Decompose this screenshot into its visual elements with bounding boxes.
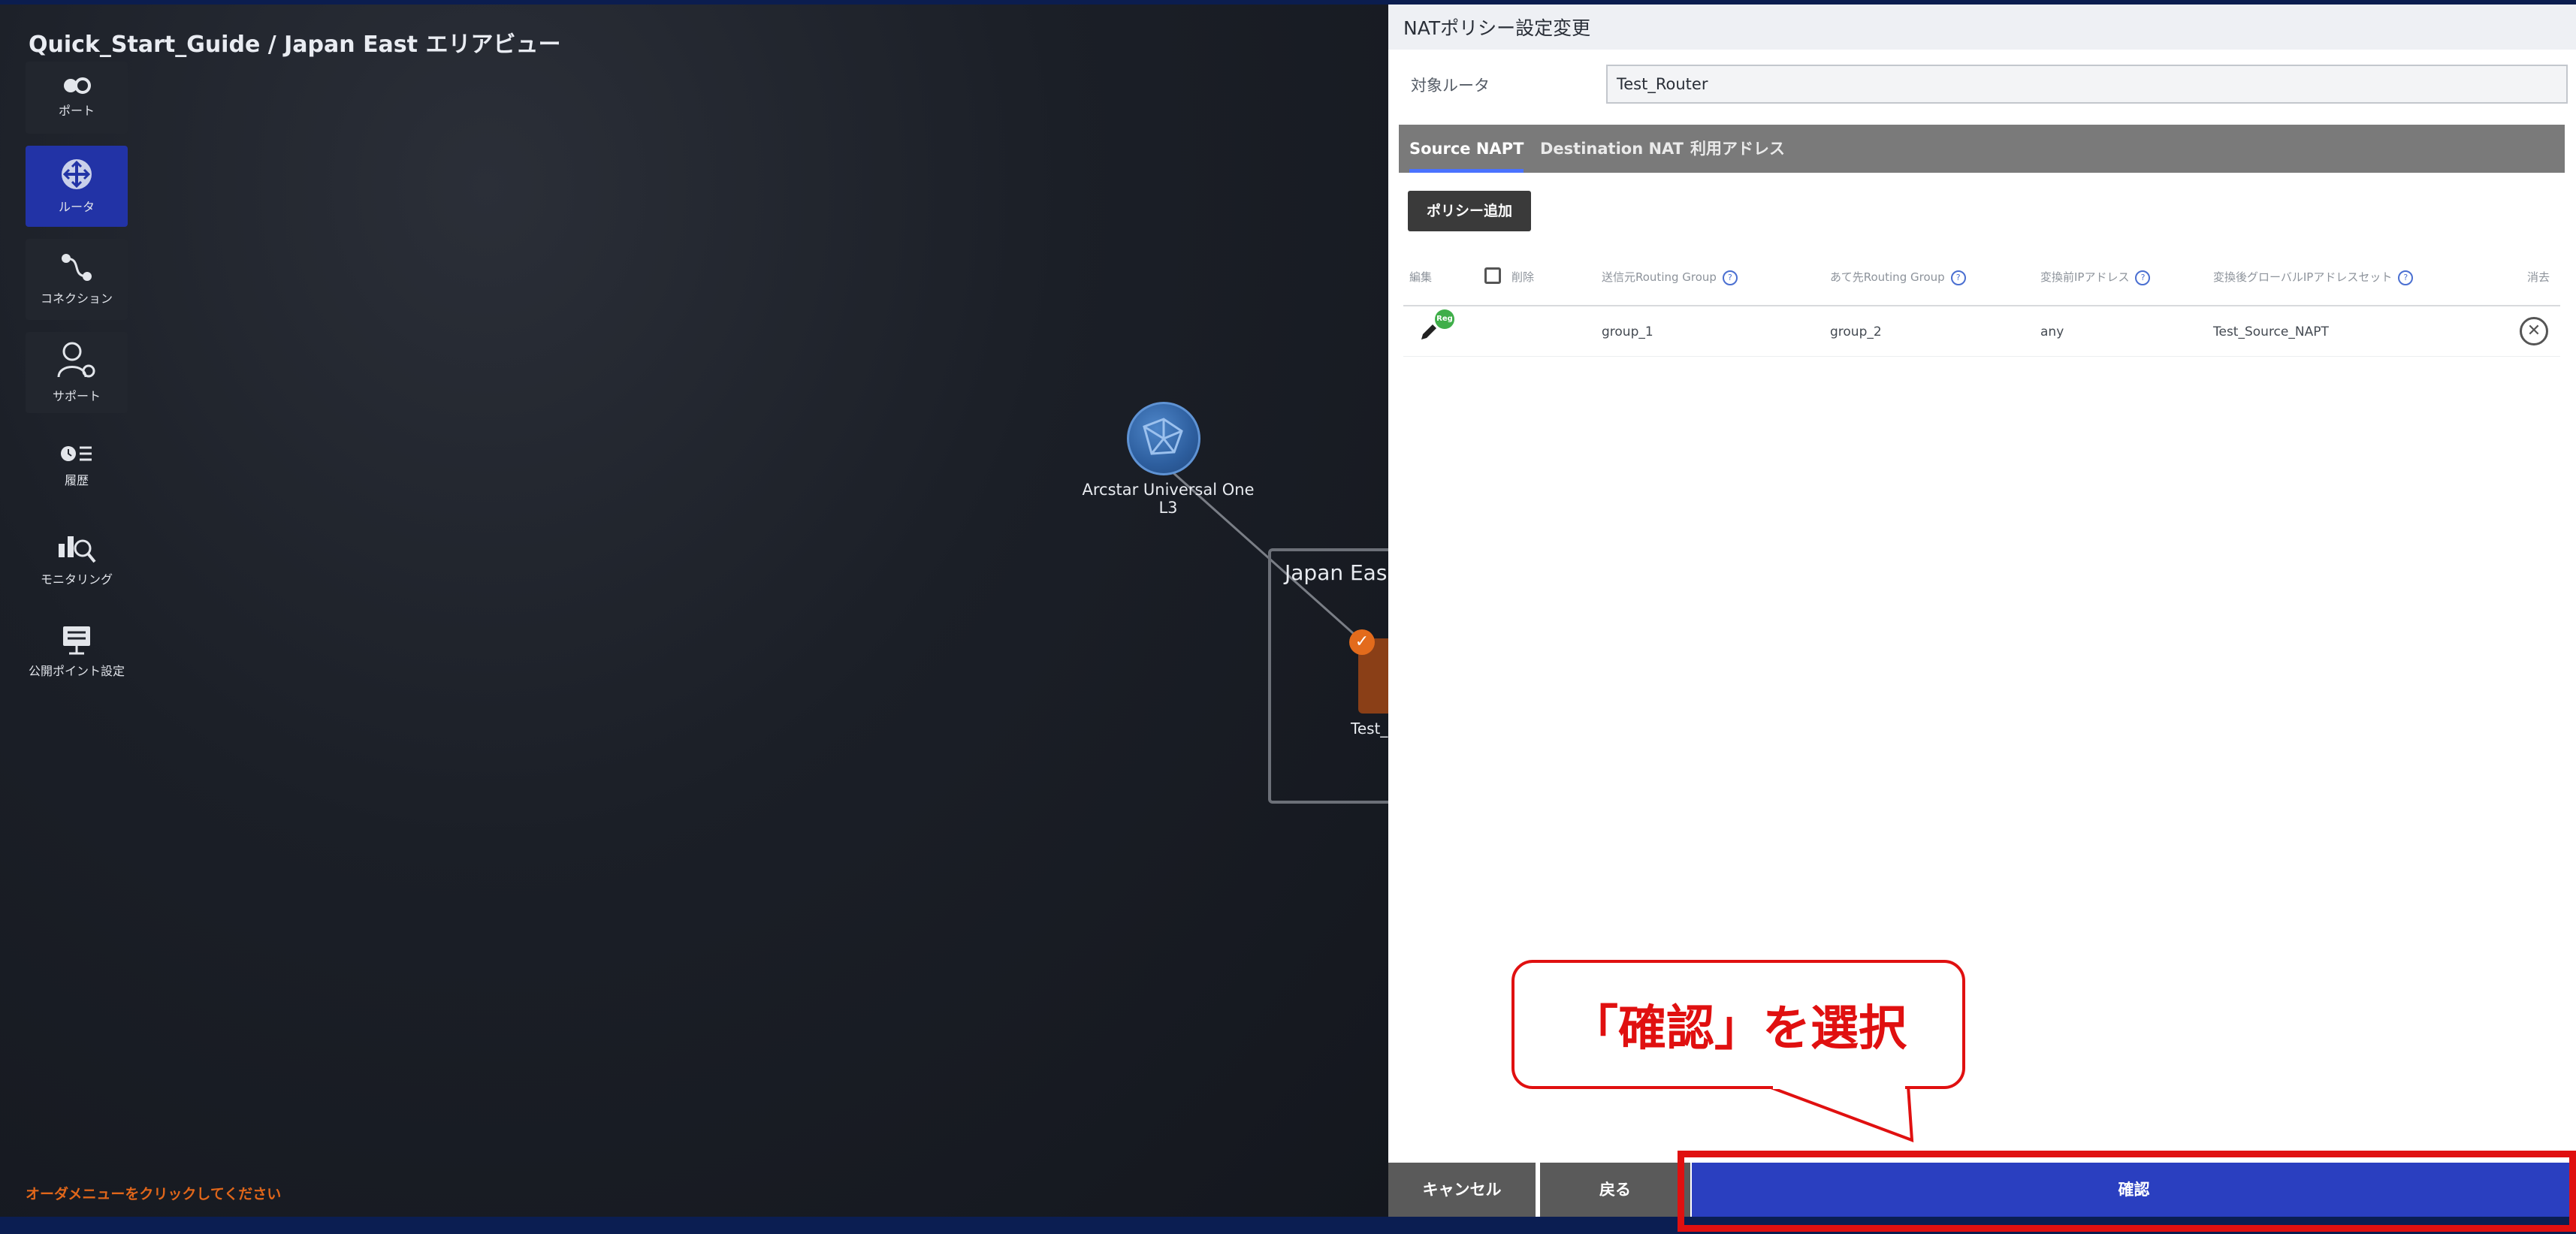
callout-bubble: 「確認」を選択	[1511, 960, 1965, 1089]
table-row: Reg group_1 group_2 any Test_Source_NAPT…	[1403, 306, 2560, 357]
header-edit: 編集	[1409, 270, 1433, 284]
check-icon: ✓	[1349, 629, 1375, 655]
add-policy-button[interactable]: ポリシー追加	[1408, 191, 1531, 231]
back-button[interactable]: 戻る	[1540, 1163, 1690, 1217]
cell-source-group: group_1	[1602, 324, 1653, 339]
header-delete: 削除	[1511, 270, 1535, 284]
router-label: Test_	[1351, 720, 1388, 738]
cell-after-set: Test_Source_NAPT	[2213, 324, 2329, 339]
tab-used-address[interactable]: 利用アドレス	[1690, 125, 1785, 173]
header-remove: 消去	[2527, 270, 2550, 284]
cell-dest-group: group_2	[1830, 324, 1882, 339]
target-router-field: Test_Router	[1606, 65, 2568, 104]
header-after-set: 変換後グローバルIPアドレスセット?	[2213, 269, 2414, 285]
cloud-node[interactable]	[1127, 402, 1200, 475]
reg-badge: Reg	[1435, 309, 1454, 329]
remove-circle-icon[interactable]: ✕	[2520, 317, 2548, 345]
cancel-button[interactable]: キャンセル	[1388, 1163, 1536, 1217]
cloud-label: Arcstar Universal One L3	[1082, 481, 1255, 517]
footer-hint: オーダメニューをクリックしてください	[26, 1186, 282, 1202]
help-icon[interactable]: ?	[2398, 270, 2414, 285]
target-router-label: 対象ルータ	[1411, 77, 1490, 95]
header-before-ip: 変換前IPアドレス?	[2040, 269, 2151, 285]
panel-title: NATポリシー設定変更	[1388, 0, 2576, 50]
target-router-row: 対象ルータ Test_Router	[1388, 63, 2576, 108]
tab-destination-nat[interactable]: Destination NAT	[1540, 125, 1684, 173]
confirm-highlight-box	[1678, 1151, 2576, 1232]
help-icon[interactable]: ?	[1950, 270, 1966, 285]
cell-before-ip: any	[2040, 324, 2064, 339]
tab-source-napt[interactable]: Source NAPT	[1409, 125, 1524, 173]
select-all-checkbox[interactable]	[1484, 267, 1501, 284]
tab-bar: Source NAPT Destination NAT 利用アドレス	[1399, 125, 2565, 173]
header-dest-group: あて先Routing Group?	[1830, 269, 1966, 285]
network-globe-icon	[1143, 418, 1183, 455]
topology-link	[1171, 470, 1368, 647]
area-label: Japan Eas	[1285, 560, 1388, 585]
policy-table: 編集 削除 送信元Routing Group? あて先Routing Group…	[1403, 255, 2560, 357]
help-icon[interactable]: ?	[2135, 270, 2151, 285]
help-icon[interactable]: ?	[1722, 270, 1738, 285]
header-source-group: 送信元Routing Group?	[1602, 269, 1738, 285]
table-header: 編集 削除 送信元Routing Group? あて先Routing Group…	[1403, 255, 2560, 306]
